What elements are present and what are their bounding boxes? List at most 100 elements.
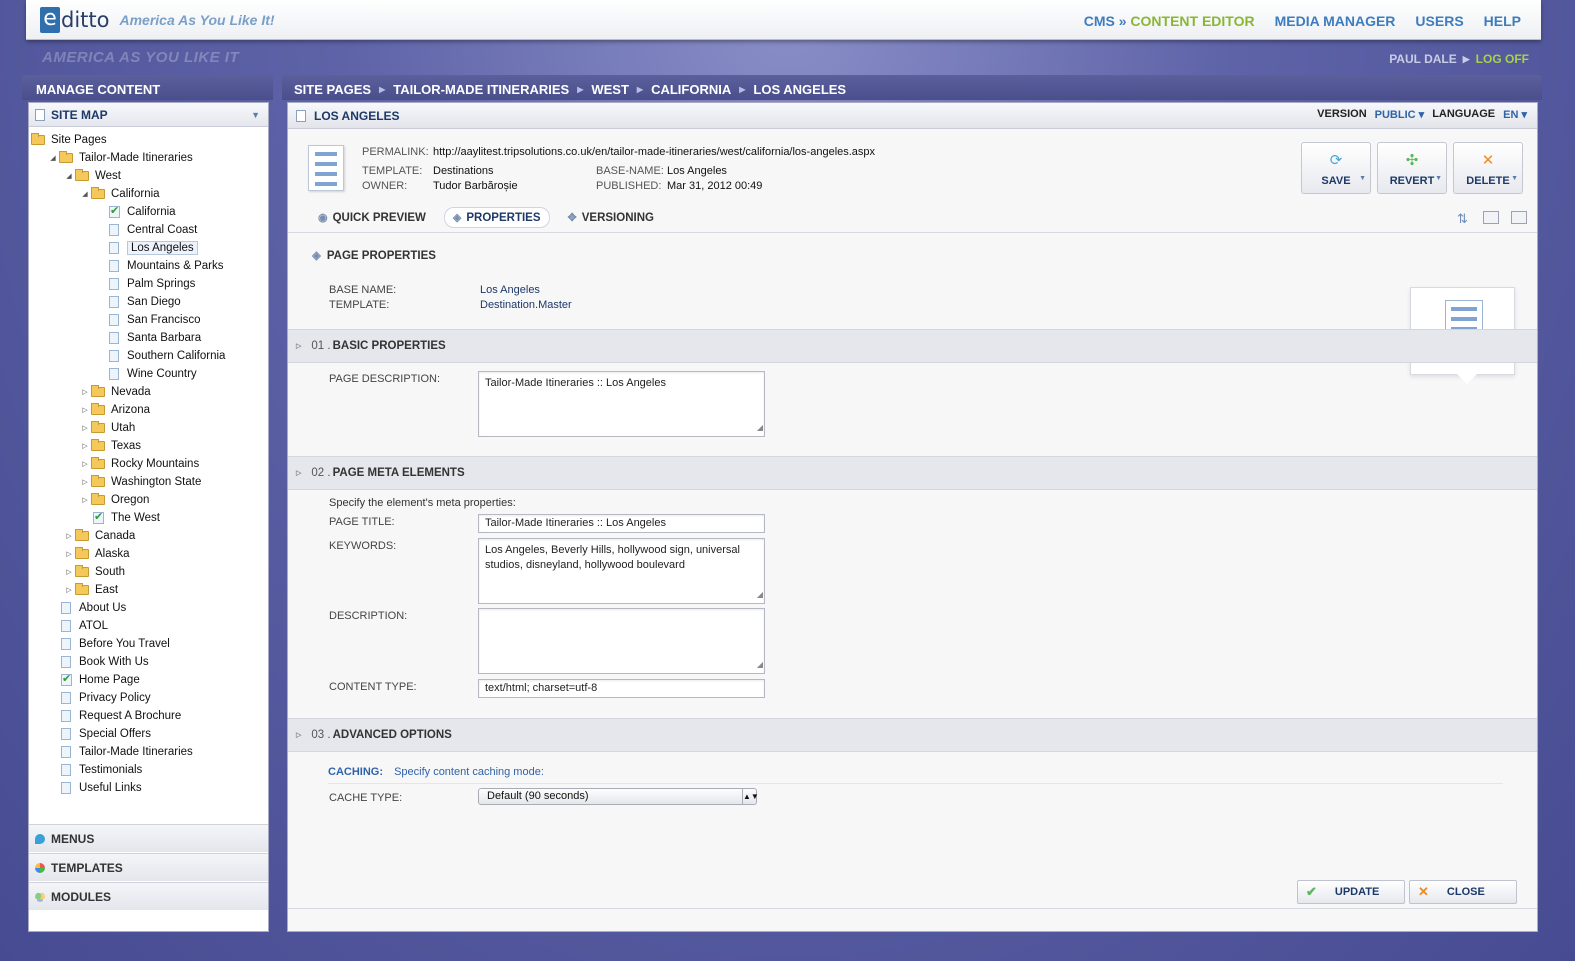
expanded-triangle-icon[interactable]: ◢: [63, 172, 75, 180]
nav-content-editor[interactable]: CMS » CONTENT EDITOR: [1084, 13, 1255, 29]
page-title-field[interactable]: Tailor-Made Itineraries :: Los Angeles: [478, 514, 765, 533]
tree-item[interactable]: ▷ South: [29, 563, 268, 581]
tree-item[interactable]: San Diego: [29, 293, 268, 311]
tree-item[interactable]: ▷ Rocky Mountains: [29, 455, 268, 473]
tree-item[interactable]: Privacy Policy: [29, 689, 268, 707]
nav-media-manager[interactable]: MEDIA MANAGER: [1275, 13, 1396, 29]
breadcrumb-item[interactable]: TAILOR-MADE ITINERARIES: [393, 82, 569, 100]
tree-item[interactable]: Useful Links: [29, 779, 268, 797]
tree-item[interactable]: Tailor-Made Itineraries: [29, 743, 268, 761]
collapsed-triangle-icon[interactable]: ▷: [79, 424, 91, 432]
tree-item[interactable]: ▷ Nevada: [29, 383, 268, 401]
logoff-link[interactable]: LOG OFF: [1476, 52, 1529, 66]
tree-item[interactable]: ▷ Canada: [29, 527, 268, 545]
tree-item[interactable]: Mountains & Parks: [29, 257, 268, 275]
tree-item[interactable]: California: [29, 203, 268, 221]
single-view-icon[interactable]: [1483, 211, 1499, 224]
tree-item[interactable]: Request A Brochure: [29, 707, 268, 725]
section-advanced-options[interactable]: ▷ 03 . ADVANCED OPTIONS: [288, 718, 1537, 752]
tree-item[interactable]: ▷ Texas: [29, 437, 268, 455]
tree-item[interactable]: Los Angeles: [29, 239, 268, 257]
tree-item[interactable]: Before You Travel: [29, 635, 268, 653]
split-view-icon[interactable]: [1511, 211, 1527, 224]
breadcrumb-item[interactable]: SITE PAGES: [294, 82, 371, 100]
description-field[interactable]: ◢: [478, 608, 765, 674]
tree-item[interactable]: San Francisco: [29, 311, 268, 329]
update-button[interactable]: ✔ UPDATE: [1297, 880, 1405, 904]
version-select[interactable]: PUBLIC ▾: [1375, 108, 1425, 121]
nav-help[interactable]: HELP: [1484, 13, 1521, 29]
collapsed-triangle-icon[interactable]: ▷: [63, 550, 75, 558]
tab-versioning[interactable]: ✥ VERSIONING: [560, 208, 662, 227]
tree-item[interactable]: ◢ Tailor-Made Itineraries: [29, 149, 268, 167]
chevron-down-icon[interactable]: ▼: [1359, 175, 1366, 182]
section-page-meta[interactable]: ▷ 02 . PAGE META ELEMENTS: [288, 456, 1537, 490]
tree-item[interactable]: ▷ Alaska: [29, 545, 268, 563]
cache-type-select[interactable]: Default (90 seconds) ▲▼: [478, 788, 759, 805]
close-button[interactable]: ✕ CLOSE: [1409, 880, 1517, 904]
tree-item[interactable]: Wine Country: [29, 365, 268, 383]
tree-item[interactable]: ◢ West: [29, 167, 268, 185]
collapsed-triangle-icon[interactable]: ▷: [79, 478, 91, 486]
sitemap-header[interactable]: SITE MAP ▼: [29, 103, 268, 127]
delete-button[interactable]: ✕ DELETE ▼: [1453, 142, 1523, 194]
app-logo[interactable]: e ditto America As You Like It!: [40, 7, 275, 33]
resize-handle-icon[interactable]: ◢: [757, 420, 763, 435]
collapsed-triangle-icon[interactable]: ▷: [63, 568, 75, 576]
expanded-triangle-icon[interactable]: ◢: [79, 190, 91, 198]
breadcrumb-item[interactable]: LOS ANGELES: [753, 82, 846, 100]
nav-users[interactable]: USERS: [1415, 13, 1463, 29]
tree-item[interactable]: ▷ Oregon: [29, 491, 268, 509]
tab-quick-preview[interactable]: ◉ QUICK PREVIEW: [310, 208, 434, 227]
tree-item[interactable]: Santa Barbara: [29, 329, 268, 347]
tree-item[interactable]: Central Coast: [29, 221, 268, 239]
refresh-icon[interactable]: ⇅: [1457, 211, 1471, 226]
tree-item[interactable]: Southern California: [29, 347, 268, 365]
revert-button[interactable]: ✣ REVERT ▼: [1377, 142, 1447, 194]
tree-item-label: Oregon: [111, 494, 150, 506]
tree-item[interactable]: ▷ Utah: [29, 419, 268, 437]
collapsed-triangle-icon[interactable]: ▷: [63, 586, 75, 594]
tree-item[interactable]: Book With Us: [29, 653, 268, 671]
accordion-menus[interactable]: MENUS: [29, 824, 268, 852]
tab-properties[interactable]: ◈ PROPERTIES: [443, 207, 550, 228]
page-description-field[interactable]: Tailor-Made Itineraries :: Los Angeles ◢: [478, 371, 765, 437]
chevron-down-icon[interactable]: ▼: [1511, 175, 1518, 182]
expanded-triangle-icon[interactable]: ◢: [47, 154, 59, 162]
chevron-down-icon[interactable]: ▼: [251, 110, 260, 120]
language-select[interactable]: EN ▾: [1503, 108, 1527, 121]
accordion-modules[interactable]: MODULES: [29, 882, 268, 910]
breadcrumb-item[interactable]: WEST: [591, 82, 629, 100]
tree-item[interactable]: ▷ Arizona: [29, 401, 268, 419]
permalink-value[interactable]: http://aaylitest.tripsolutions.co.uk/en/…: [433, 146, 875, 158]
resize-handle-icon[interactable]: ◢: [757, 657, 763, 672]
breadcrumb-item[interactable]: CALIFORNIA: [651, 82, 731, 100]
chevron-down-icon[interactable]: ▼: [1435, 175, 1442, 182]
collapsed-triangle-icon[interactable]: ▷: [79, 460, 91, 468]
keywords-field[interactable]: Los Angeles, Beverly Hills, hollywood si…: [478, 538, 765, 604]
collapsed-triangle-icon[interactable]: ▷: [79, 442, 91, 450]
tree-item[interactable]: About Us: [29, 599, 268, 617]
tree-item[interactable]: ATOL: [29, 617, 268, 635]
collapsed-triangle-icon[interactable]: ▷: [63, 532, 75, 540]
accordion-templates[interactable]: TEMPLATES: [29, 853, 268, 881]
tree-item-label: Canada: [95, 530, 136, 542]
tree-item[interactable]: ▷ Washington State: [29, 473, 268, 491]
content-type-field[interactable]: text/html; charset=utf-8: [478, 679, 765, 698]
save-button[interactable]: ⟳ SAVE ▼: [1301, 142, 1371, 194]
tree-item[interactable]: ▷ East: [29, 581, 268, 599]
tree-item[interactable]: Palm Springs: [29, 275, 268, 293]
tree-item-label: Home Page: [79, 674, 140, 686]
collapsed-triangle-icon[interactable]: ▷: [79, 388, 91, 396]
tree-item[interactable]: Testimonials: [29, 761, 268, 779]
collapsed-triangle-icon[interactable]: ▷: [79, 406, 91, 414]
tree-item[interactable]: Home Page: [29, 671, 268, 689]
tree-item[interactable]: Special Offers: [29, 725, 268, 743]
resize-handle-icon[interactable]: ◢: [757, 587, 763, 602]
tree-item[interactable]: ◢ California: [29, 185, 268, 203]
tree-item[interactable]: Site Pages: [29, 131, 268, 149]
tree-item[interactable]: The West: [29, 509, 268, 527]
collapsed-triangle-icon[interactable]: ▷: [79, 496, 91, 504]
template-prop-value: Destination.Master: [480, 299, 572, 311]
section-basic-properties[interactable]: ▷ 01 . BASIC PROPERTIES: [288, 329, 1537, 363]
